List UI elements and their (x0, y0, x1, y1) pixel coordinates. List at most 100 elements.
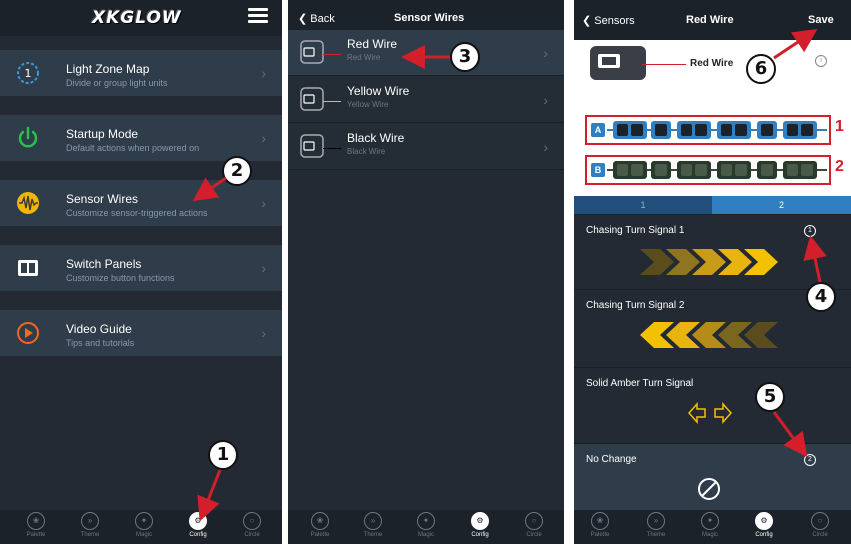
tab-palette[interactable]: ❀ Palette (20, 512, 52, 538)
light-unit[interactable] (651, 121, 671, 139)
effect-name: Solid Amber Turn Signal (586, 378, 694, 389)
callout-3: 3 (450, 42, 480, 72)
wire-title: Yellow Wire (347, 84, 410, 98)
tutorial-composite: XKGLOW 1 Light Zone Map Divide or group … (0, 0, 851, 544)
svg-text:1: 1 (25, 67, 32, 80)
sensor-wave-icon (17, 192, 39, 214)
light-unit[interactable] (677, 161, 711, 179)
tab-theme[interactable]: » Theme (640, 512, 672, 538)
tab-label: Magic (417, 532, 434, 538)
app-header: ❮ Sensors Red Wire Save (574, 0, 851, 40)
light-unit[interactable] (717, 161, 751, 179)
chevron-right-icon: › (261, 195, 266, 211)
tab-magic[interactable]: ✦ Magic (410, 512, 442, 538)
hamburger-menu-icon[interactable] (248, 8, 268, 24)
chevron-right-icon: › (543, 44, 548, 61)
light-unit[interactable] (613, 161, 647, 179)
zone-row-a[interactable]: A (585, 115, 831, 145)
segment-tab-2[interactable]: 2 (712, 196, 851, 214)
tab-palette[interactable]: ❀ Palette (584, 512, 616, 538)
tab-theme[interactable]: » Theme (357, 512, 389, 538)
callout-5: 5 (755, 382, 785, 412)
tab-theme[interactable]: » Theme (74, 512, 106, 538)
bottom-tab-bar: ❀ Palette » Theme ✦ Magic ⚙ Config ○ Circle (288, 510, 564, 544)
config-item-light-zone-map[interactable]: 1 Light Zone Map Divide or group light u… (0, 50, 282, 96)
item-subtitle: Tips and tutorials (66, 338, 135, 348)
tab-magic[interactable]: ✦ Magic (128, 512, 160, 538)
tab-config[interactable]: ⚙ Config (748, 512, 780, 538)
item-title: Startup Mode (66, 127, 139, 141)
light-unit[interactable] (651, 161, 671, 179)
tab-circle[interactable]: ○ Circle (236, 512, 268, 538)
item-subtitle: Divide or group light units (66, 78, 168, 88)
page-title: Red Wire (686, 14, 734, 26)
sensor-module-icon (300, 87, 324, 111)
effect-no-change[interactable]: No Change 2 (574, 443, 851, 510)
effect-chasing-turn-signal-1[interactable]: Chasing Turn Signal 1 1 (574, 214, 851, 289)
callout-6: 6 (746, 54, 776, 84)
effect-name: Chasing Turn Signal 2 (586, 300, 685, 311)
row-number-2: 2 (835, 158, 844, 175)
magic-wand-icon: ✦ (135, 512, 153, 530)
back-button[interactable]: ❮ Back (298, 12, 335, 25)
light-unit[interactable] (677, 121, 711, 139)
palette-icon: ❀ (591, 512, 609, 530)
wire-color-line (323, 54, 341, 55)
tab-circle[interactable]: ○ Circle (804, 512, 836, 538)
tab-label: Magic (135, 532, 152, 538)
back-label: Back (310, 13, 335, 25)
wire-title: Black Wire (347, 131, 405, 145)
tab-label: Theme (363, 532, 383, 538)
light-unit[interactable] (757, 121, 777, 139)
tab-label: Circle (526, 532, 542, 538)
wire-item-red[interactable]: Red Wire Red Wire › (288, 30, 564, 76)
circle-icon: ○ (243, 512, 261, 530)
zone-a-badge: A (591, 123, 605, 137)
back-button[interactable]: ❮ Sensors (582, 14, 635, 27)
light-unit[interactable] (757, 161, 777, 179)
theme-icon: » (81, 512, 99, 530)
item-title: Switch Panels (66, 257, 142, 271)
chevron-left-icon: ❮ (582, 15, 595, 27)
tab-magic[interactable]: ✦ Magic (694, 512, 726, 538)
zone-row-b[interactable]: B (585, 155, 831, 185)
item-title: Light Zone Map (66, 62, 150, 76)
device-preview: Red Wire i (574, 40, 851, 96)
save-button[interactable]: Save (808, 14, 834, 26)
effect-badge: 2 (804, 454, 816, 466)
page-title: Sensor Wires (394, 12, 465, 24)
wire-item-yellow[interactable]: Yellow Wire Yellow Wire › (288, 77, 564, 123)
tab-label: Palette (590, 532, 610, 538)
wire-color-line (323, 148, 341, 149)
tab-label: Circle (812, 532, 828, 538)
config-item-switch-panels[interactable]: Switch Panels Customize button functions… (0, 245, 282, 291)
circle-icon: ○ (811, 512, 829, 530)
segment-tab-1[interactable]: 1 (574, 196, 712, 214)
config-item-startup-mode[interactable]: Startup Mode Default actions when powere… (0, 115, 282, 161)
tab-label: Config (755, 532, 773, 538)
wire-item-black[interactable]: Black Wire Black Wire › (288, 124, 564, 170)
wire-color-line (642, 64, 686, 65)
config-item-sensor-wires[interactable]: Sensor Wires Customize sensor-triggered … (0, 180, 282, 226)
config-item-video-guide[interactable]: Video Guide Tips and tutorials › (0, 310, 282, 356)
light-unit[interactable] (783, 161, 817, 179)
tab-circle[interactable]: ○ Circle (518, 512, 550, 538)
chevron-right-icon: › (261, 65, 266, 81)
light-unit[interactable] (613, 121, 647, 139)
tab-label: Palette (310, 532, 330, 538)
info-icon[interactable]: i (815, 55, 827, 67)
bottom-tab-bar: ❀ Palette » Theme ✦ Magic ⚙ Config ○ Circle (574, 510, 851, 544)
amber-arrows-icon (688, 402, 732, 424)
tab-config[interactable]: ⚙ Config (182, 512, 214, 538)
app-header: XKGLOW (0, 0, 282, 36)
effect-solid-amber-turn-signal[interactable]: Solid Amber Turn Signal (574, 367, 851, 443)
tab-config[interactable]: ⚙ Config (464, 512, 496, 538)
tab-palette[interactable]: ❀ Palette (304, 512, 336, 538)
light-unit[interactable] (783, 121, 817, 139)
gear-icon: ⚙ (471, 512, 489, 530)
light-unit[interactable] (717, 121, 751, 139)
tab-label: Config (471, 532, 489, 538)
wire-subtitle: Yellow Wire (347, 100, 389, 109)
switch-panel-icon (18, 260, 38, 276)
chevron-right-icon: › (543, 91, 548, 108)
